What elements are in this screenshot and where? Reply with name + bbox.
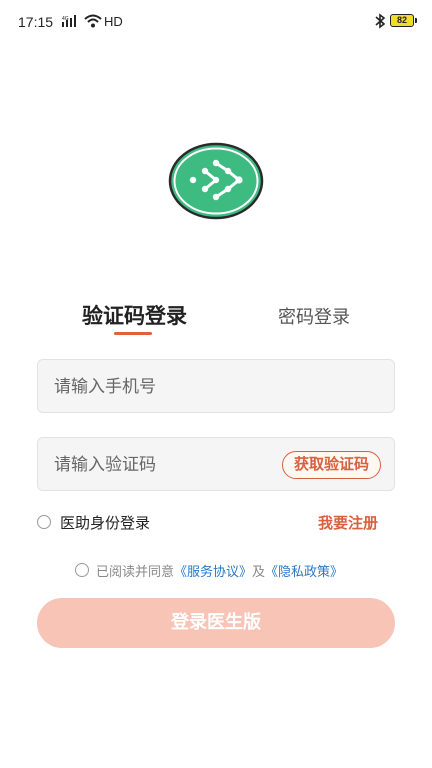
app-logo	[168, 142, 264, 220]
status-time: 17:15	[18, 14, 54, 30]
network-label: HD	[104, 14, 123, 29]
status-bar: 17:15 4G HD 82	[0, 0, 432, 44]
tab-active-indicator	[114, 332, 152, 335]
doctor-assist-radio[interactable]	[37, 515, 51, 529]
privacy-policy-link[interactable]: 《隐私政策》	[265, 565, 343, 580]
agreement-radio[interactable]	[75, 563, 89, 577]
agreement-prefix: 已阅读并同意	[96, 565, 175, 580]
register-link[interactable]: 我要注册	[318, 512, 378, 533]
get-code-button[interactable]: 获取验证码	[281, 451, 381, 479]
doctor-assist-label[interactable]: 医助身份登录	[60, 512, 150, 533]
agreement-and: 及	[252, 565, 266, 580]
wifi-icon	[84, 14, 102, 28]
signal-icon: 4G	[62, 15, 76, 27]
tab-password-login[interactable]: 密码登录	[278, 303, 350, 329]
phone-input[interactable]	[52, 360, 276, 414]
battery-icon: 82	[390, 14, 417, 27]
agreement-text: 已阅读并同意《服务协议》及《隐私政策》	[96, 561, 343, 580]
service-agreement-link[interactable]: 《服务协议》	[174, 565, 252, 580]
bluetooth-icon	[375, 13, 386, 29]
login-button[interactable]: 登录医生版	[37, 598, 395, 648]
code-input-box: 获取验证码	[37, 437, 395, 492]
tab-sms-login[interactable]: 验证码登录	[82, 300, 187, 330]
code-input[interactable]	[52, 438, 276, 492]
phone-input-box	[37, 359, 395, 414]
